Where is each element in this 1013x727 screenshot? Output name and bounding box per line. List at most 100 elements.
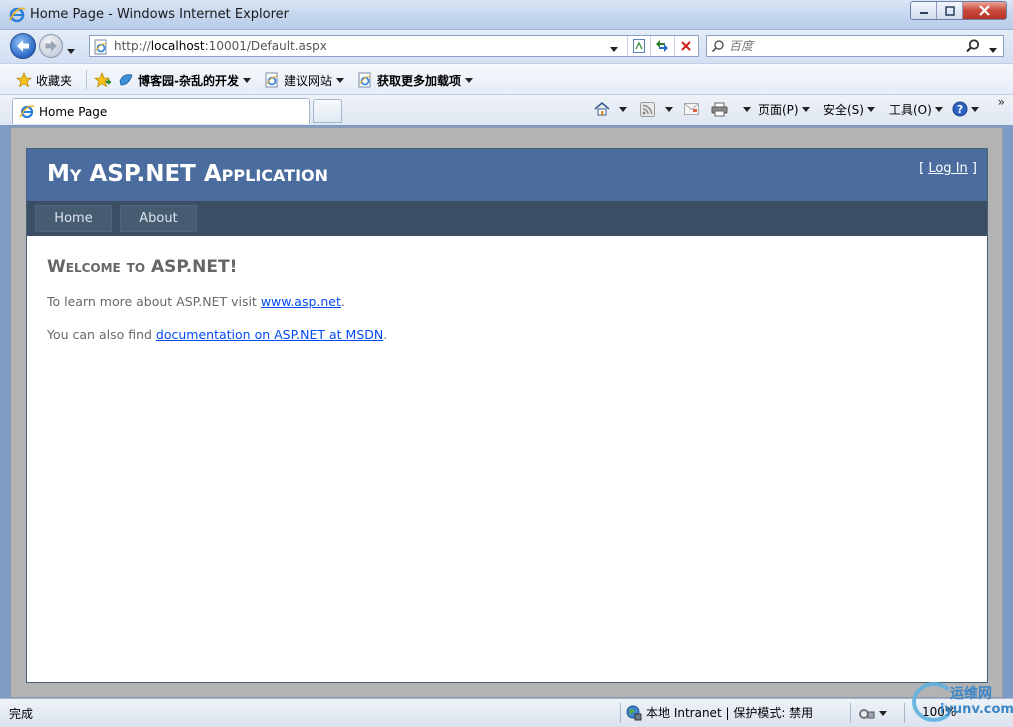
chevron-down-icon <box>336 77 345 83</box>
home-icon <box>594 101 610 116</box>
login-link[interactable]: Log In <box>928 161 967 176</box>
forward-button[interactable] <box>39 34 63 58</box>
menu-item-about[interactable]: About <box>120 205 197 232</box>
refresh-button[interactable] <box>652 37 672 55</box>
close-window-button[interactable] <box>963 2 1006 19</box>
chevron-down-icon <box>743 106 751 112</box>
page-menu-label: 页面(P) <box>758 102 799 117</box>
site-menu: Home About <box>27 201 987 236</box>
url-text[interactable]: http://localhost:10001/Default.aspx <box>114 39 327 53</box>
status-text: 完成 <box>9 707 34 721</box>
chevron-down-icon <box>465 77 474 83</box>
url-prefix: http:// <box>114 39 151 53</box>
svg-text:?: ? <box>957 103 963 116</box>
intro-text: To learn more about ASP.NET visit <box>47 294 261 309</box>
status-separator <box>850 703 851 723</box>
login-bracket-close: ] <box>967 161 977 176</box>
arrow-left-icon <box>17 40 29 52</box>
compatibility-view-icon <box>633 39 645 53</box>
stop-icon <box>681 41 691 51</box>
compatibility-view-button[interactable] <box>629 37 649 55</box>
url-host: localhost <box>150 39 205 53</box>
asp-net-link[interactable]: www.asp.net <box>261 294 341 309</box>
status-separator <box>904 703 905 723</box>
tab-label: Home Page <box>39 105 108 119</box>
address-dropdown-button[interactable] <box>610 41 618 55</box>
stop-button[interactable] <box>676 37 696 55</box>
favorites-item-label: 获取更多加载项 <box>377 73 462 88</box>
search-options-button[interactable] <box>989 42 997 56</box>
favorites-item-2[interactable]: 获取更多加载项 <box>357 71 474 89</box>
favorites-item-1[interactable]: 建议网站 <box>264 71 345 89</box>
site-title: My ASP.NET Application <box>47 161 329 187</box>
new-tab-button[interactable] <box>313 99 342 123</box>
main-content: Welcome to ASP.NET! To learn more about … <box>47 257 387 342</box>
address-toolbar: http://localhost:10001/Default.aspx <box>0 30 1013 63</box>
ie-page-icon <box>265 72 278 88</box>
login-display: [ Log In ] <box>919 161 977 176</box>
status-bar: 完成 本地 Intranet | 保护模式: 禁用 100% <box>0 698 1013 727</box>
maximize-icon <box>944 5 955 16</box>
feeds-button[interactable] <box>640 98 673 120</box>
read-mail-button[interactable] <box>684 98 699 120</box>
address-separator <box>650 36 651 56</box>
watermark-line1: 运维网 <box>950 686 992 702</box>
search-provider-icon <box>711 40 724 53</box>
home-button[interactable] <box>594 98 627 120</box>
favorites-item-label: 博客园-杂乱的开发 <box>138 73 239 88</box>
favorites-item-0[interactable]: 博客园-杂乱的开发 <box>118 71 251 89</box>
docs-text: You can also find <box>47 327 156 342</box>
safety-menu-button[interactable]: 安全(S) <box>823 98 875 120</box>
print-button[interactable] <box>711 98 751 120</box>
chevron-down-icon <box>989 48 997 53</box>
chevron-down-icon <box>971 106 979 112</box>
search-button[interactable] <box>965 38 981 57</box>
chevron-down-icon <box>665 106 673 112</box>
tools-menu-button[interactable]: 工具(O) <box>889 98 943 120</box>
ie-logo-icon <box>19 105 35 119</box>
search-input[interactable] <box>729 38 949 54</box>
help-icon: ? <box>952 101 968 117</box>
tools-menu-label: 工具(O) <box>889 102 932 117</box>
page-heading: Welcome to ASP.NET! <box>47 257 238 277</box>
add-to-favorites-bar-button[interactable] <box>94 71 112 89</box>
web-page: My ASP.NET Application [ Log In ] Home A… <box>26 148 988 683</box>
tab-home-page[interactable]: Home Page <box>12 98 310 124</box>
close-icon <box>979 5 990 16</box>
history-dropdown-button[interactable] <box>67 43 75 57</box>
search-box[interactable] <box>706 35 1004 57</box>
safety-menu-label: 安全(S) <box>823 102 864 117</box>
add-favorite-icon <box>94 72 111 88</box>
intro-end: . <box>340 294 345 309</box>
chevron-down-icon <box>879 710 887 716</box>
maximize-button[interactable] <box>937 2 963 19</box>
more-commands-button[interactable]: » <box>998 95 1005 109</box>
print-icon <box>711 102 728 116</box>
favorites-button[interactable]: 收藏夹 <box>16 71 72 89</box>
menu-item-home[interactable]: Home <box>35 205 112 232</box>
chevron-down-icon <box>866 106 875 112</box>
help-button[interactable]: ? <box>952 98 979 120</box>
arrow-right-icon <box>45 40 57 52</box>
minimize-button[interactable] <box>911 2 937 19</box>
favorites-label: 收藏夹 <box>36 73 73 88</box>
back-button[interactable] <box>10 33 36 59</box>
msdn-docs-link[interactable]: documentation on ASP.NET at MSDN <box>156 327 383 342</box>
docs-end: . <box>383 327 388 342</box>
intranet-globe-icon <box>626 705 642 720</box>
minimize-icon <box>919 11 928 14</box>
login-bracket-open: [ <box>919 161 929 176</box>
window-controls <box>910 1 1007 20</box>
address-bar[interactable]: http://localhost:10001/Default.aspx <box>89 35 699 57</box>
page-menu-button[interactable]: 页面(P) <box>758 98 810 120</box>
protected-mode-button[interactable] <box>858 702 887 724</box>
favorites-item-label: 建议网站 <box>284 73 333 88</box>
page-icon <box>94 39 107 55</box>
favorites-separator <box>86 70 87 90</box>
lock-gear-icon <box>859 709 875 719</box>
security-zone[interactable]: 本地 Intranet | 保护模式: 禁用 <box>626 704 813 721</box>
mail-icon <box>684 103 699 115</box>
watermark-line2: iyunv.com <box>940 702 1013 717</box>
chevron-down-icon <box>242 77 251 83</box>
refresh-icon <box>656 40 668 52</box>
